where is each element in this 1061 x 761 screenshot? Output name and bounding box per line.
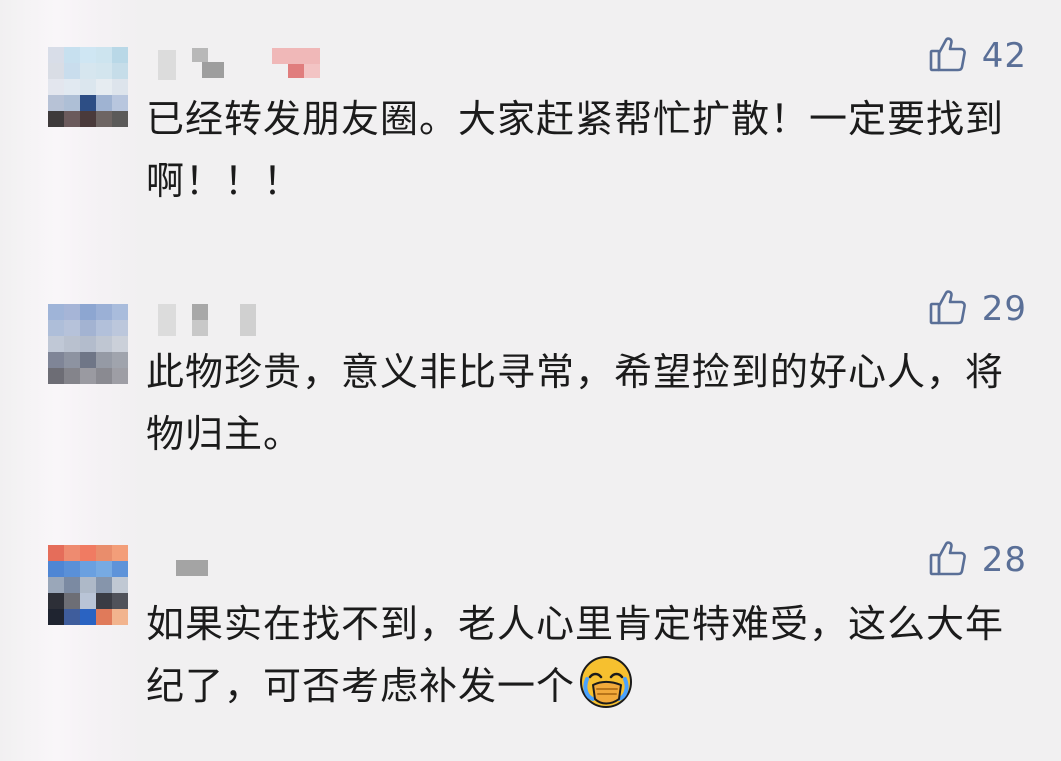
avatar-pixel bbox=[48, 320, 64, 336]
avatar-pixel bbox=[96, 111, 112, 127]
avatar-pixel bbox=[64, 609, 80, 625]
avatar-pixel bbox=[80, 320, 96, 336]
avatar-pixel bbox=[112, 336, 128, 352]
avatar-pixel bbox=[112, 47, 128, 63]
avatar-pixel bbox=[96, 609, 112, 625]
avatar-pixel bbox=[112, 577, 128, 593]
avatar[interactable] bbox=[48, 304, 128, 384]
like-button[interactable]: 42 bbox=[928, 34, 1027, 78]
avatar-pixel bbox=[48, 79, 64, 95]
avatar-pixel bbox=[96, 95, 112, 111]
avatar-pixel bbox=[64, 111, 80, 127]
avatar-pixel bbox=[96, 545, 112, 561]
avatar-pixel bbox=[96, 320, 112, 336]
avatar-pixel bbox=[96, 304, 112, 320]
like-button[interactable]: 29 bbox=[928, 287, 1027, 331]
avatar-pixel bbox=[80, 336, 96, 352]
avatar-pixel bbox=[48, 577, 64, 593]
avatar-pixel bbox=[64, 336, 80, 352]
avatar-pixel bbox=[80, 577, 96, 593]
avatar[interactable] bbox=[48, 47, 128, 127]
avatar-pixel bbox=[48, 47, 64, 63]
comment-text: 已经转发朋友圈。大家赶紧帮忙扩散！一定要找到啊！！！ bbox=[146, 97, 1005, 203]
avatar-pixel bbox=[96, 47, 112, 63]
avatar-pixel bbox=[48, 545, 64, 561]
avatar-pixel bbox=[48, 593, 64, 609]
avatar-pixel bbox=[48, 111, 64, 127]
avatar-pixel bbox=[112, 111, 128, 127]
like-count: 29 bbox=[981, 289, 1027, 329]
avatar-pixel bbox=[112, 79, 128, 95]
avatar-pixel bbox=[48, 336, 64, 352]
avatar-pixel bbox=[64, 368, 80, 384]
avatar-pixel bbox=[64, 95, 80, 111]
avatar-pixel bbox=[96, 79, 112, 95]
avatar-pixel bbox=[112, 561, 128, 577]
avatar-pixel bbox=[80, 368, 96, 384]
facepalm-emoji-icon bbox=[579, 655, 633, 709]
avatar-pixel bbox=[48, 304, 64, 320]
avatar-pixel bbox=[112, 368, 128, 384]
avatar-pixel bbox=[48, 609, 64, 625]
avatar-pixel bbox=[96, 352, 112, 368]
avatar-pixel bbox=[80, 609, 96, 625]
avatar-pixel bbox=[64, 79, 80, 95]
avatar-pixel bbox=[112, 545, 128, 561]
avatar-pixel bbox=[80, 79, 96, 95]
avatar-pixel bbox=[48, 95, 64, 111]
avatar-pixel bbox=[96, 593, 112, 609]
avatar-pixel bbox=[96, 561, 112, 577]
avatar-pixel bbox=[96, 368, 112, 384]
avatar-pixel bbox=[112, 609, 128, 625]
avatar-pixel bbox=[64, 561, 80, 577]
comment-text: 此物珍贵，意义非比寻常，希望捡到的好心人，将物归主。 bbox=[146, 350, 1005, 456]
avatar-pixel bbox=[48, 368, 64, 384]
avatar-pixel bbox=[80, 111, 96, 127]
avatar-pixel bbox=[64, 593, 80, 609]
avatar-pixel bbox=[64, 577, 80, 593]
avatar-pixel bbox=[112, 593, 128, 609]
avatar-pixel bbox=[96, 336, 112, 352]
avatar-pixel bbox=[112, 63, 128, 79]
avatar-pixel bbox=[80, 95, 96, 111]
avatar-pixel bbox=[80, 545, 96, 561]
avatar-pixel bbox=[48, 561, 64, 577]
avatar-pixel bbox=[80, 561, 96, 577]
avatar-pixel bbox=[80, 593, 96, 609]
avatar-pixel bbox=[64, 63, 80, 79]
avatar-pixel bbox=[112, 320, 128, 336]
thumbs-up-icon bbox=[928, 34, 982, 78]
comment-text-block: 如果实在找不到，老人心里肯定特难受，这么大年纪了，可否考虑补发一个 bbox=[146, 593, 1016, 717]
avatar-pixel bbox=[64, 47, 80, 63]
avatar[interactable] bbox=[48, 545, 128, 625]
avatar-pixel bbox=[64, 304, 80, 320]
avatar-pixel bbox=[48, 352, 64, 368]
avatar-pixel bbox=[48, 63, 64, 79]
avatar-pixel bbox=[80, 63, 96, 79]
thumbs-up-icon bbox=[928, 538, 982, 582]
avatar-pixel bbox=[112, 352, 128, 368]
avatar-pixel bbox=[64, 320, 80, 336]
avatar-pixel bbox=[112, 304, 128, 320]
avatar-pixel bbox=[64, 352, 80, 368]
avatar-pixel bbox=[80, 47, 96, 63]
avatar-pixel bbox=[112, 95, 128, 111]
avatar-pixel bbox=[80, 352, 96, 368]
avatar-pixel bbox=[96, 63, 112, 79]
comment-text: 如果实在找不到，老人心里肯定特难受，这么大年纪了，可否考虑补发一个 bbox=[146, 602, 1005, 708]
like-button[interactable]: 28 bbox=[928, 538, 1027, 582]
avatar-pixel bbox=[64, 545, 80, 561]
avatar-pixel bbox=[80, 304, 96, 320]
avatar-pixel bbox=[96, 577, 112, 593]
thumbs-up-icon bbox=[928, 287, 982, 331]
like-count: 28 bbox=[981, 540, 1027, 580]
like-count: 42 bbox=[981, 36, 1027, 76]
